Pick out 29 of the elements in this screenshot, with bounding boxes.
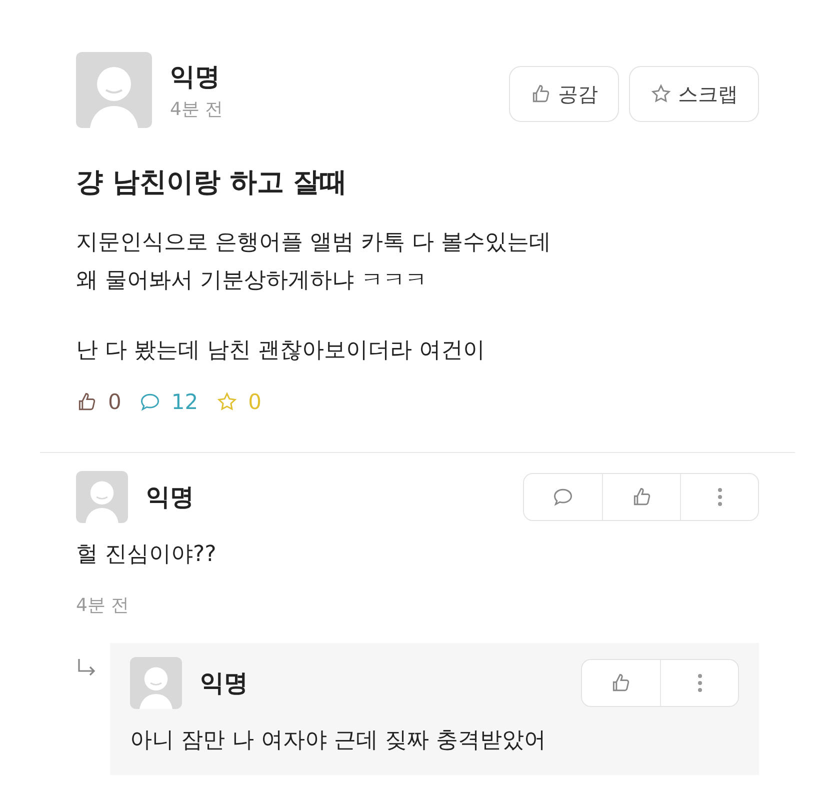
- thumbs-up-icon: [76, 391, 98, 413]
- stat-count: 12: [171, 390, 198, 414]
- reply-text: 아니 잠만 나 여자야 근데 짖짜 충격받았어: [130, 727, 547, 755]
- avatar: [130, 657, 182, 709]
- post-time: 4분 전: [170, 98, 224, 121]
- scrap-button[interactable]: 스크랩: [629, 66, 759, 122]
- post-text: 지문인식으로 은행어플 앨범 카톡 다 볼수있는데 왜 물어봐서 기분상하게하냐 ㅋㅋㅋ: [76, 229, 552, 295]
- author-name: 익명: [200, 668, 248, 699]
- more-icon: [696, 673, 702, 693]
- like-button[interactable]: 공감: [509, 66, 619, 122]
- thumbs-up-icon: [610, 672, 632, 694]
- more-icon: [716, 487, 722, 507]
- comment-text: 헐 진심이야??: [76, 541, 218, 569]
- star-icon: [650, 83, 672, 105]
- speech-bubble-icon: [139, 391, 162, 413]
- post-title: 걍 남친이랑 하고 잘때: [76, 166, 348, 200]
- author-name: 익명: [146, 482, 194, 513]
- avatar: [76, 471, 128, 523]
- thumbs-up-icon: [530, 83, 552, 105]
- more-button[interactable]: [680, 474, 758, 520]
- comment-time: 4분 전: [76, 594, 130, 617]
- stat-count: 0: [248, 390, 262, 414]
- more-button[interactable]: [660, 660, 738, 706]
- post-text: 난 다 봤는데 남친 괜찮아보이더라 여건이: [76, 337, 486, 365]
- like-button[interactable]: [582, 660, 660, 706]
- author-name: 익명: [170, 61, 221, 93]
- star-icon: [216, 391, 238, 413]
- stat-count: 0: [108, 390, 122, 414]
- speech-bubble-icon: [552, 486, 574, 508]
